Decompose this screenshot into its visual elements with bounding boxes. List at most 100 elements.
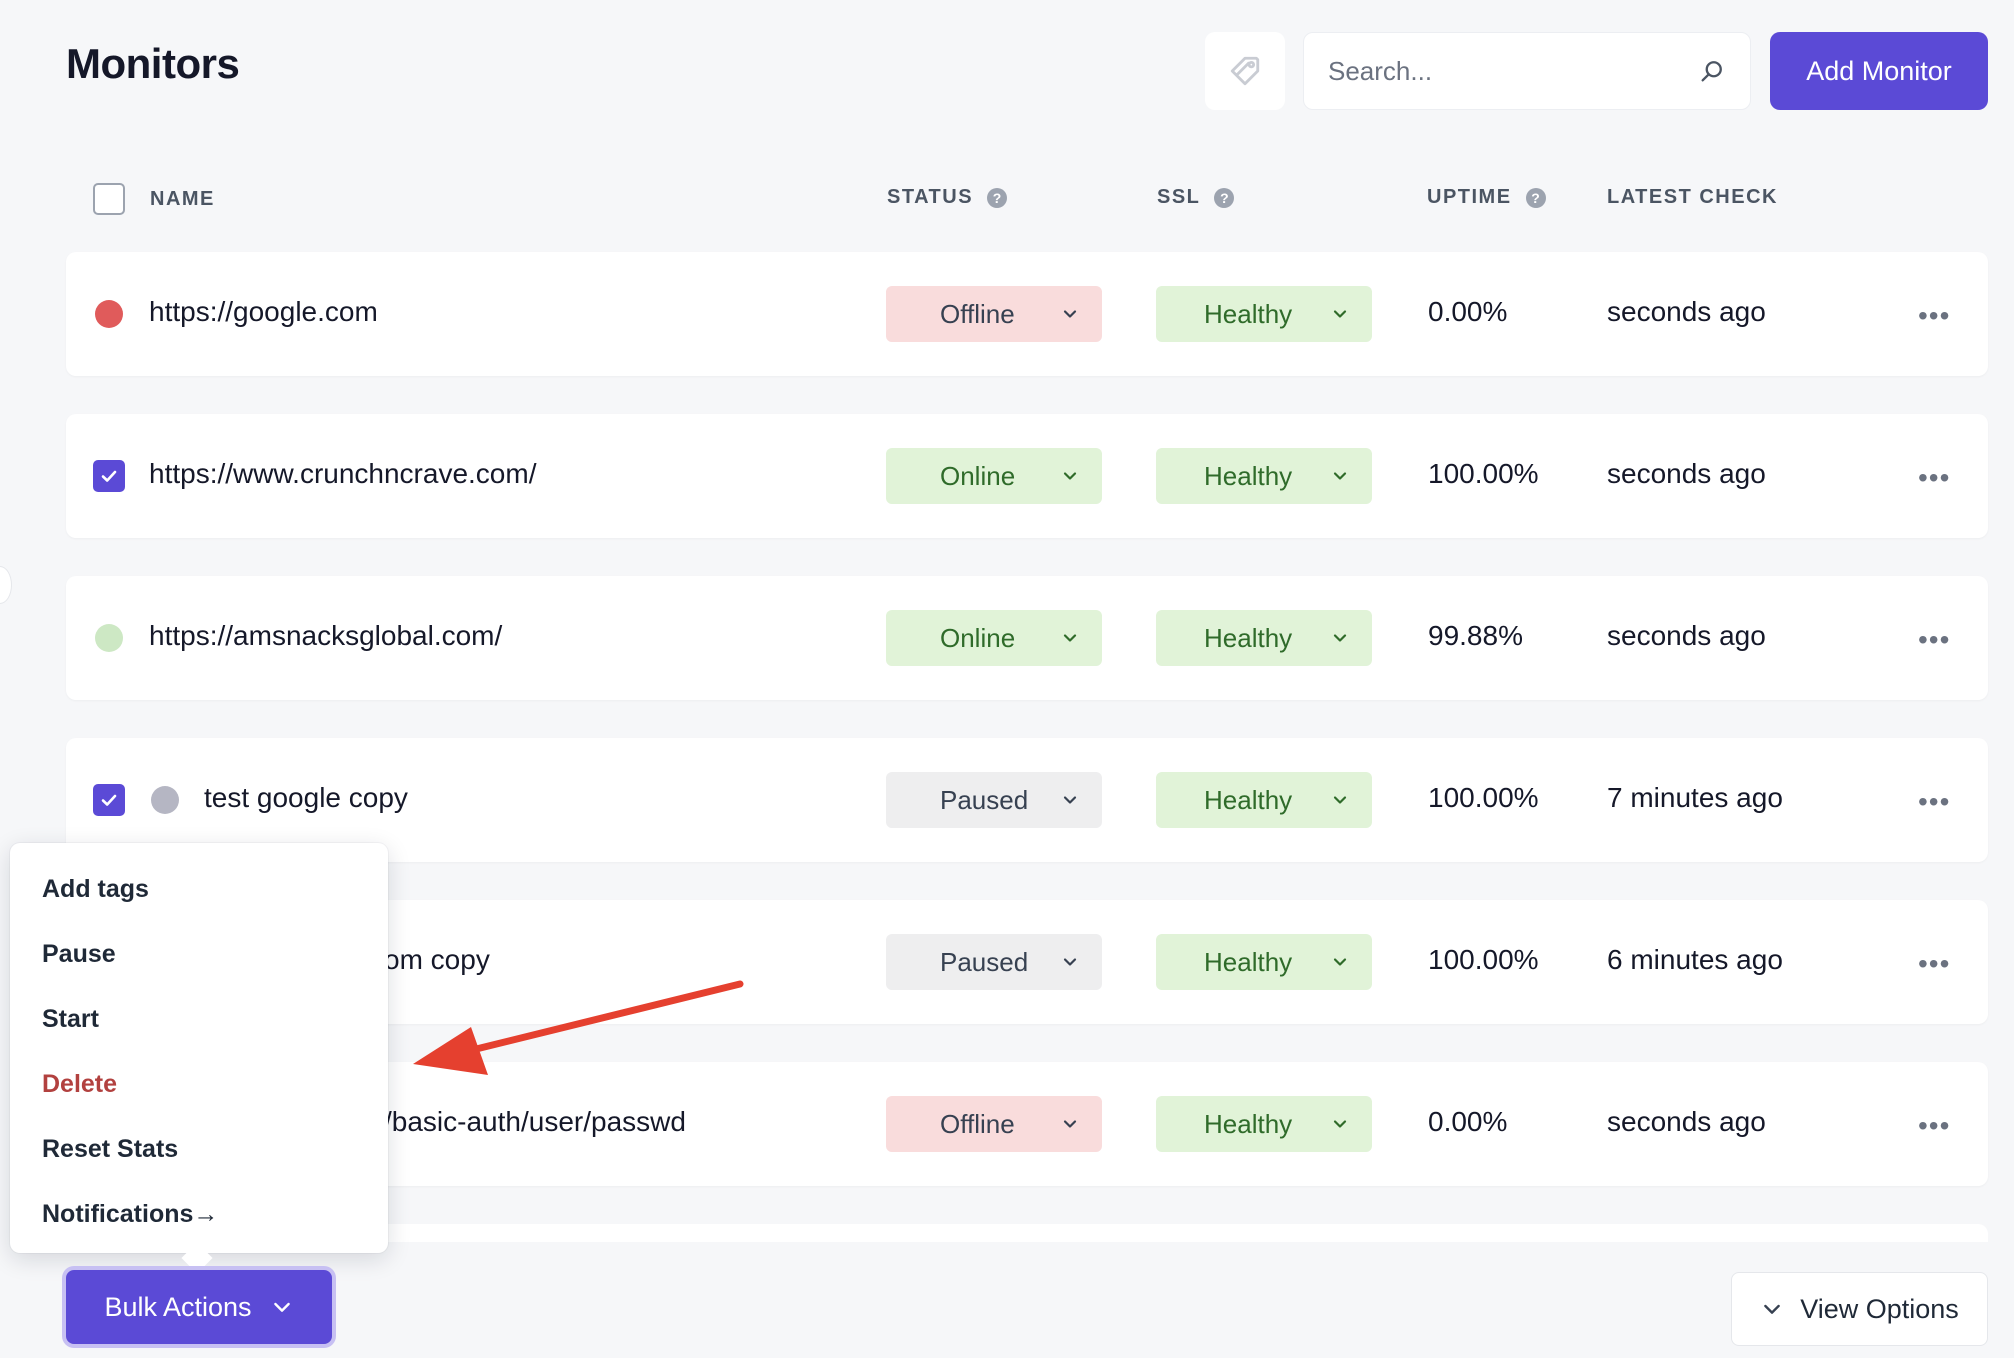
status-dot-paused [151,786,179,814]
select-all-checkbox[interactable] [93,183,125,215]
column-header-name-label: NAME [150,188,215,210]
add-monitor-button[interactable]: Add Monitor [1770,32,1988,110]
more-options-icon[interactable]: ••• [1918,462,1950,494]
menu-item-start[interactable]: Start [10,987,388,1052]
tag-filter-button[interactable] [1205,32,1285,110]
status-dot-online [95,624,123,652]
monitor-name[interactable]: https://google.com [149,296,378,328]
status-dropdown[interactable]: Offline [886,286,1102,342]
status-label: Online [940,622,1016,653]
more-options-icon[interactable]: ••• [1918,300,1950,332]
menu-item-notifications[interactable]: Notifications → [10,1182,388,1247]
ssl-dropdown[interactable]: Healthy [1156,286,1372,342]
uptime-value: 100.00% [1428,458,1539,489]
ssl-dropdown[interactable]: Healthy [1156,772,1372,828]
ssl-label: Healthy [1204,460,1293,491]
search-icon[interactable] [1698,57,1726,85]
monitor-name[interactable]: test google copy [204,782,408,814]
tag-icon [1230,56,1260,86]
bulk-actions-button[interactable]: Bulk Actions [66,1270,332,1344]
latest-check-value: seconds ago [1607,458,1766,489]
latest-check-value: seconds ago [1607,296,1766,327]
status-label: Offline [940,298,1015,329]
page-title: Monitors [66,40,240,87]
chevron-down-icon [1063,310,1077,318]
status-dropdown[interactable]: Online [886,610,1102,666]
chevron-down-icon [1063,1120,1077,1128]
monitors-page: Monitors Add Monitor NAME STATUS ? SSL ? [0,0,2014,1358]
chevron-down-icon [273,1302,290,1312]
latest-check-value: seconds ago [1607,620,1766,651]
status-label: Paused [940,946,1029,977]
help-icon[interactable]: ? [987,187,1008,208]
view-options-label: View Options [1800,1293,1959,1324]
uptime-value: 99.88% [1428,620,1523,651]
chevron-down-icon [1063,958,1077,966]
status-dropdown[interactable]: Paused [886,934,1102,990]
status-dropdown[interactable]: Online [886,448,1102,504]
check-icon [101,794,117,806]
latest-check-value: 7 minutes ago [1607,782,1783,813]
row-checkbox[interactable] [93,460,125,492]
menu-item-delete[interactable]: Delete [10,1052,388,1117]
latest-check-value: seconds ago [1607,1106,1766,1137]
column-header-ssl-label: SSL [1157,186,1201,208]
column-header-latest-check[interactable]: LATEST CHECK [1607,186,1778,209]
status-label: Paused [940,784,1029,815]
view-options-button[interactable]: View Options [1731,1272,1988,1346]
more-options-icon[interactable]: ••• [1918,624,1950,656]
bulk-actions-menu: Add tags Pause Start Delete Reset Stats … [10,843,388,1253]
column-header-name[interactable]: NAME [150,188,215,211]
table-row[interactable]: https://www.crunchncrave.com/ Online Hea… [66,414,1988,538]
ssl-dropdown[interactable]: Healthy [1156,610,1372,666]
sidebar-collapse-handle[interactable] [0,566,12,604]
chevron-down-icon [1063,796,1077,804]
ssl-label: Healthy [1204,784,1293,815]
chevron-down-icon [1063,634,1077,642]
monitor-name[interactable]: https://amsnacksglobal.com/ [149,620,502,652]
column-header-ssl[interactable]: SSL ? [1157,186,1235,209]
menu-item-add-tags[interactable]: Add tags [10,857,388,922]
chevron-down-icon [1333,310,1347,318]
ssl-label: Healthy [1204,298,1293,329]
ssl-dropdown[interactable]: Healthy [1156,934,1372,990]
ssl-dropdown[interactable]: Healthy [1156,1096,1372,1152]
bulk-actions-label: Bulk Actions [104,1291,252,1322]
status-dropdown[interactable]: Offline [886,1096,1102,1152]
chevron-down-icon [1333,634,1347,642]
help-icon[interactable]: ? [1525,187,1546,208]
more-options-icon[interactable]: ••• [1918,1110,1950,1142]
status-dropdown[interactable]: Paused [886,772,1102,828]
monitor-name[interactable]: /basic-auth/user/passwd [384,1106,686,1138]
chevron-down-icon [1333,1120,1347,1128]
monitor-name[interactable]: om copy [384,944,490,976]
ssl-label: Healthy [1204,1108,1293,1139]
menu-item-reset-stats[interactable]: Reset Stats [10,1117,388,1182]
chevron-down-icon [1333,958,1347,966]
status-label: Online [940,460,1016,491]
more-options-icon[interactable]: ••• [1918,786,1950,818]
monitor-name[interactable]: https://www.crunchncrave.com/ [149,458,536,490]
uptime-value: 100.00% [1428,944,1539,975]
more-options-icon[interactable]: ••• [1918,948,1950,980]
check-icon [101,470,117,482]
column-header-latest-check-label: LATEST CHECK [1607,186,1778,208]
status-dot-offline [95,300,123,328]
row-checkbox[interactable] [93,784,125,816]
column-header-uptime[interactable]: UPTIME ? [1427,186,1546,209]
chevron-down-icon [1063,472,1077,480]
chevron-down-icon [1333,472,1347,480]
menu-item-notifications-label: Notifications [42,1200,194,1228]
help-icon[interactable]: ? [1214,187,1235,208]
ssl-dropdown[interactable]: Healthy [1156,448,1372,504]
search-input[interactable] [1328,55,1698,87]
chevron-down-icon [1333,796,1347,804]
table-row[interactable]: https://amsnacksglobal.com/ Online Healt… [66,576,1988,700]
ssl-label: Healthy [1204,946,1293,977]
arrow-right-icon: → [193,1200,219,1228]
menu-item-pause[interactable]: Pause [10,922,388,987]
ssl-label: Healthy [1204,622,1293,653]
column-header-status[interactable]: STATUS ? [887,186,1008,209]
search-box [1303,32,1751,110]
table-row[interactable]: https://google.com Offline Healthy 0.00%… [66,252,1988,376]
